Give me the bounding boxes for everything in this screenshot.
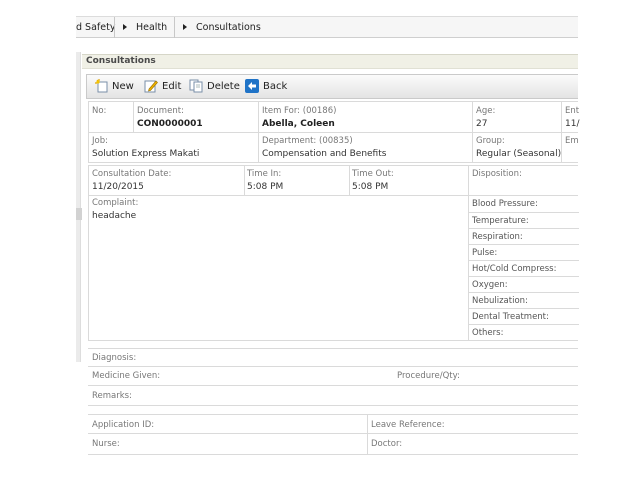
application-row: Application ID: Leave Reference: — [88, 414, 578, 434]
time-out-label: Time Out: — [352, 169, 394, 179]
vital-label: Others: — [472, 328, 504, 338]
document-value: CON0000001 — [137, 119, 203, 129]
breadcrumb-arrow-icon — [183, 24, 187, 30]
diagnosis-row: Diagnosis: — [88, 348, 578, 367]
doctor-label: Doctor: — [371, 439, 403, 449]
new-icon — [95, 79, 108, 93]
medicine-row: Medicine Given: Procedure/Qty: — [88, 367, 578, 386]
vital-label: Hot/Cold Compress: — [472, 264, 557, 274]
vital-row: Blood Pressure: — [469, 196, 579, 212]
no-label: No: — [92, 106, 107, 116]
breadcrumb-item-health[interactable]: Health — [136, 17, 167, 38]
age-label: Age: — [476, 106, 496, 116]
vital-row: Nebulization: — [469, 292, 579, 308]
complaint-block: Complaint: headache Blood Pressure: Tempe… — [88, 196, 579, 341]
breadcrumb-item-safety[interactable]: d Safety — [76, 17, 115, 38]
diagnosis-label: Diagnosis: — [92, 353, 137, 363]
consultation-date-label: Consultation Date: — [92, 169, 172, 179]
vital-label: Nebulization: — [472, 296, 528, 306]
breadcrumb-divider — [174, 17, 175, 38]
vital-row: Temperature: — [469, 212, 579, 228]
vital-label: Oxygen: — [472, 280, 508, 290]
sidebar-collapse-handle[interactable] — [76, 208, 82, 220]
entry-value: 11/ — [565, 119, 580, 129]
time-in-value: 5:08 PM — [247, 182, 284, 192]
vital-label: Temperature: — [472, 216, 529, 226]
time-in-label: Time In: — [247, 169, 282, 179]
back-button[interactable]: Back — [263, 79, 287, 95]
vital-row: Hot/Cold Compress: — [469, 260, 579, 276]
back-arrow-icon — [245, 79, 259, 93]
vital-label: Respiration: — [472, 232, 523, 242]
nurse-label: Nurse: — [92, 439, 120, 449]
department-value: Compensation and Benefits — [262, 149, 387, 159]
item-for-label: Item For: (00186) — [262, 106, 337, 116]
job-label: Job: — [92, 136, 108, 146]
department-label: Department: (00835) — [262, 136, 353, 146]
vital-row: Oxygen: — [469, 276, 579, 292]
sidebar-gutter — [76, 52, 81, 362]
edit-icon — [144, 80, 158, 93]
new-button[interactable]: New — [112, 79, 134, 95]
vital-row: Dental Treatment: — [469, 308, 579, 324]
edit-button[interactable]: Edit — [162, 79, 181, 95]
procedure-qty-label: Procedure/Qty: — [397, 371, 460, 381]
document-label: Document: — [137, 106, 184, 116]
vitals-list: Blood Pressure: Temperature: Respiration: P… — [469, 196, 579, 340]
disposition-label: Disposition: — [472, 169, 522, 179]
time-out-value: 5:08 PM — [352, 182, 389, 192]
leave-reference-label: Leave Reference: — [371, 420, 445, 430]
vital-label: Dental Treatment: — [472, 312, 549, 322]
record-consultation-row: Consultation Date: 11/20/2015 Time In: 5… — [88, 165, 578, 196]
medicine-given-label: Medicine Given: — [92, 371, 161, 381]
vital-row: Pulse: — [469, 244, 579, 260]
vital-row: Others: — [469, 324, 579, 340]
entry-label: Ent — [565, 106, 580, 116]
item-for-value: Abella, Coleen — [262, 119, 335, 129]
toolbar: New Edit Delete Back — [86, 74, 578, 99]
remarks-label: Remarks: — [92, 391, 132, 401]
breadcrumb-item-consultations[interactable]: Consultations — [196, 17, 261, 38]
complaint-value: headache — [92, 211, 137, 221]
nurse-doctor-row: Nurse: Doctor: — [88, 434, 578, 455]
job-value: Solution Express Makati — [92, 149, 200, 159]
breadcrumb-arrow-icon — [123, 24, 127, 30]
application-id-label: Application ID: — [92, 420, 155, 430]
delete-button[interactable]: Delete — [207, 79, 240, 95]
consultation-date-value: 11/20/2015 — [92, 182, 144, 192]
panel-title: Consultations — [82, 54, 578, 69]
age-value: 27 — [476, 119, 488, 129]
record-job-row: Job: Solution Express Makati Department:… — [88, 133, 579, 163]
remarks-row: Remarks: — [88, 386, 578, 406]
vital-row: Respiration: — [469, 228, 579, 244]
vital-label: Pulse: — [472, 248, 498, 258]
group-label: Group: — [476, 136, 505, 146]
employee-label: Em — [565, 136, 579, 146]
vital-label: Blood Pressure: — [472, 199, 538, 209]
complaint-label: Complaint: — [92, 198, 139, 208]
breadcrumb: d Safety Health Consultations — [76, 16, 578, 38]
delete-icon — [189, 79, 203, 93]
record-header-row: No: Document: CON0000001 Item For: (0018… — [88, 101, 580, 133]
breadcrumb-divider — [114, 17, 115, 38]
group-value: Regular (Seasonal) — [476, 149, 562, 159]
